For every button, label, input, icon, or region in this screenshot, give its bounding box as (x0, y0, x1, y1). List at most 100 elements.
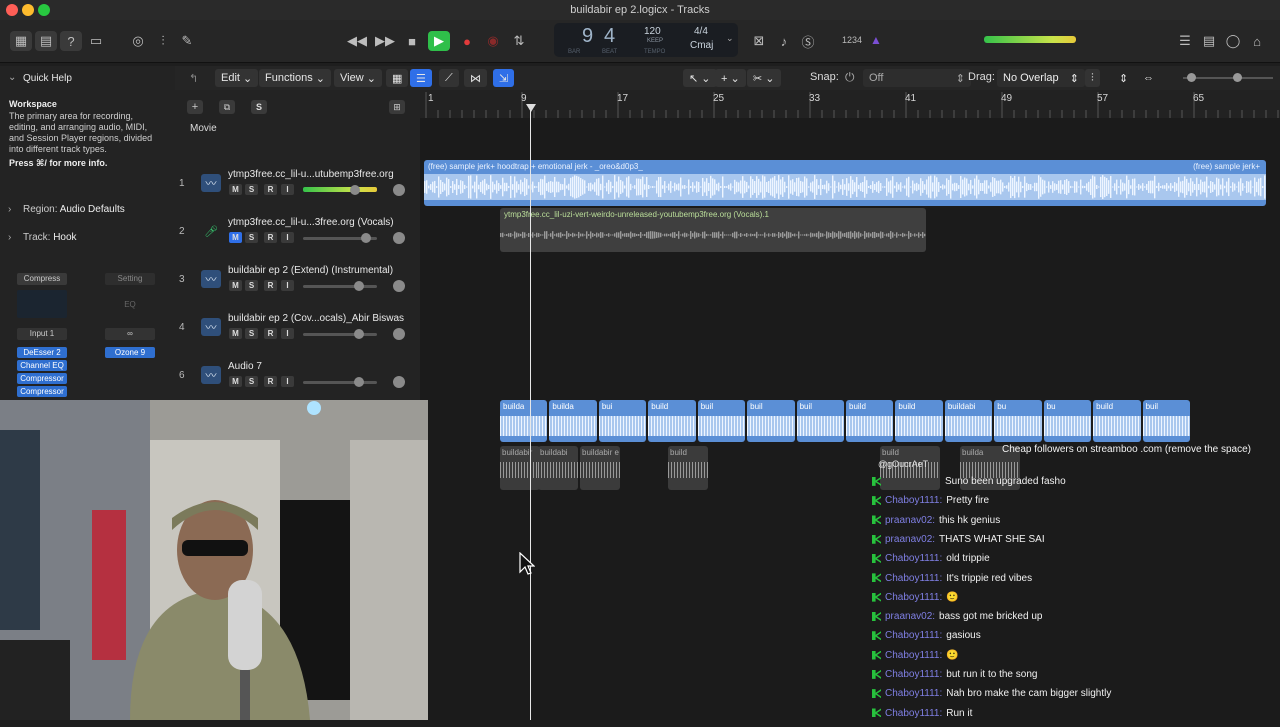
setting-button[interactable]: Setting (105, 273, 155, 285)
audio-region[interactable]: bu (1043, 400, 1092, 442)
solo-button[interactable]: S (245, 328, 258, 339)
automation-icon[interactable]: ⟋ (439, 69, 459, 87)
zoom-knob[interactable] (1187, 73, 1196, 82)
duplicate-track-icon[interactable]: ⧉ (219, 100, 235, 114)
horizontal-zoom-slider[interactable] (1237, 77, 1273, 79)
rewind-button[interactable]: ◀◀ (346, 31, 368, 51)
inspector-button[interactable]: ▤ (35, 31, 57, 51)
flex-icon[interactable]: ⋈ (464, 69, 487, 87)
low-latency-icon[interactable]: ⊠ (748, 31, 770, 51)
lcd-display[interactable]: 9 4 BAR BEAT 120 KEEP TEMPO 4/4 Cmaj ⌄ (554, 23, 738, 57)
mute-button[interactable]: M (229, 184, 242, 195)
waveform-zoom-icon[interactable]: ⫶ (1085, 69, 1100, 87)
chevron-down-icon[interactable]: ⌄ (8, 72, 16, 83)
record-enable-button[interactable]: R (264, 328, 277, 339)
input-monitor-button[interactable]: I (281, 376, 294, 387)
audio-region[interactable]: bui (598, 400, 647, 442)
volume-knob[interactable] (350, 185, 360, 195)
record-button[interactable]: ● (456, 31, 478, 51)
audio-region[interactable]: ytmp3free.cc_lil-uzi-vert-weirdo-unrelea… (500, 208, 926, 252)
muted-region[interactable]: buildabi (538, 446, 578, 490)
mute-button[interactable]: M (229, 328, 242, 339)
audio-region[interactable]: builda (549, 400, 597, 442)
record-enable-button[interactable]: R (264, 280, 277, 291)
back-icon[interactable]: ↰ (183, 69, 204, 87)
track-header[interactable]: 1 〰 ytmp3free.cc_lil-u...utubemp3free.or… (175, 164, 420, 212)
chevron-right-icon[interactable]: › (8, 232, 11, 243)
solo-button[interactable]: S (245, 184, 258, 195)
input-slot[interactable]: Input 1 (17, 328, 67, 340)
eq-thumbnail[interactable] (17, 290, 67, 318)
track-view-icon[interactable]: ⊞ (389, 100, 405, 114)
chevron-right-icon[interactable]: › (8, 204, 11, 215)
track-name[interactable]: buildabir ep 2 (Extend) (Instrumental) (228, 265, 393, 276)
input-monitor-button[interactable]: I (281, 328, 294, 339)
list-editors-icon[interactable]: ☰ (1174, 31, 1196, 51)
track-header[interactable]: 3 〰 buildabir ep 2 (Extend) (Instrumenta… (175, 260, 420, 308)
pan-knob[interactable] (393, 184, 405, 196)
muted-region[interactable]: build (668, 446, 708, 490)
drag-select[interactable]: No Overlap ⇕ (997, 69, 1085, 87)
edit-menu[interactable]: Edit ⌄ (215, 69, 259, 87)
pan-knob[interactable] (393, 232, 405, 244)
playhead-marker[interactable] (526, 104, 536, 112)
browser-icon[interactable]: ⌂ (1246, 31, 1268, 51)
chevron-down-icon[interactable]: ⌄ (726, 33, 734, 44)
solo-button[interactable]: S (245, 280, 258, 291)
pan-knob[interactable] (393, 328, 405, 340)
view-menu[interactable]: View ⌄ (334, 69, 382, 87)
audio-region[interactable]: buildabi (944, 400, 993, 442)
track-header[interactable]: 2 🎤︎ ytmp3free.cc_lil-u...3free.org (Voc… (175, 212, 420, 260)
loop-browser-icon[interactable]: ◯ (1222, 31, 1244, 51)
muted-region[interactable]: buildabir e (580, 446, 620, 490)
horizontal-zoom-icon[interactable]: ⇔ (1137, 69, 1160, 87)
compressor-slot[interactable]: Compress (17, 273, 67, 285)
track-volume-slider[interactable] (303, 285, 377, 288)
mute-button[interactable]: M (229, 232, 242, 243)
grid-view-icon[interactable]: ▦ (386, 69, 409, 87)
audio-region[interactable]: build (895, 400, 943, 442)
volume-knob[interactable] (361, 233, 371, 243)
count-in-button[interactable]: 1234 (842, 35, 862, 45)
track-name[interactable]: ytmp3free.cc_lil-u...utubemp3free.org (228, 169, 394, 180)
plugin-slot[interactable]: Channel EQ (17, 360, 67, 371)
power-icon[interactable]: ⏻ (845, 70, 855, 85)
muted-region[interactable]: buildabir (500, 446, 540, 490)
audio-region[interactable]: buil (1142, 400, 1190, 442)
mute-button[interactable]: M (229, 280, 242, 291)
audio-region[interactable]: builda (500, 400, 548, 442)
track-name[interactable]: Audio 7 (228, 361, 262, 372)
audio-region[interactable]: bu (994, 400, 1042, 442)
capture-record-button[interactable]: ◉ (482, 31, 504, 51)
audio-region[interactable]: build (648, 400, 696, 442)
mixer-button[interactable]: ⫶ (152, 31, 174, 51)
tuner-icon[interactable]: ♪ (773, 31, 795, 51)
catch-icon[interactable]: ⇲ (493, 69, 515, 87)
solo-button[interactable]: S (245, 232, 258, 243)
cycle-button[interactable]: ⇅ (508, 31, 530, 51)
fast-forward-button[interactable]: ▶▶ (374, 31, 396, 51)
solo-icon[interactable]: Ⓢ (797, 31, 819, 51)
record-enable-button[interactable]: R (264, 376, 277, 387)
input-monitor-button[interactable]: I (281, 280, 294, 291)
audio-region[interactable]: build (846, 400, 894, 442)
editors-button[interactable]: ✎ (176, 31, 198, 51)
global-solo-button[interactable]: S (251, 100, 267, 114)
zoom-knob[interactable] (1233, 73, 1242, 82)
track-header[interactable]: 6 〰 Audio 7 M S R I (175, 356, 420, 404)
toolbar-button[interactable]: ▭ (85, 31, 107, 51)
audio-region[interactable]: buil (697, 400, 746, 442)
eq-label[interactable]: EQ (105, 300, 155, 309)
pan-knob[interactable] (393, 376, 405, 388)
audio-region[interactable]: buil (747, 400, 795, 442)
link-icon[interactable]: ∞ (105, 328, 155, 340)
smart-controls-button[interactable]: ◎ (127, 31, 149, 51)
solo-button[interactable]: S (245, 376, 258, 387)
audio-region[interactable]: buil (796, 400, 844, 442)
pencil-tool-icon[interactable]: + ⌄ (715, 69, 746, 87)
audio-region[interactable]: build (1093, 400, 1141, 442)
functions-menu[interactable]: Functions ⌄ (259, 69, 331, 87)
track-volume-slider[interactable] (303, 381, 377, 384)
stop-button[interactable]: ■ (401, 31, 423, 51)
input-monitor-button[interactable]: I (281, 184, 294, 195)
